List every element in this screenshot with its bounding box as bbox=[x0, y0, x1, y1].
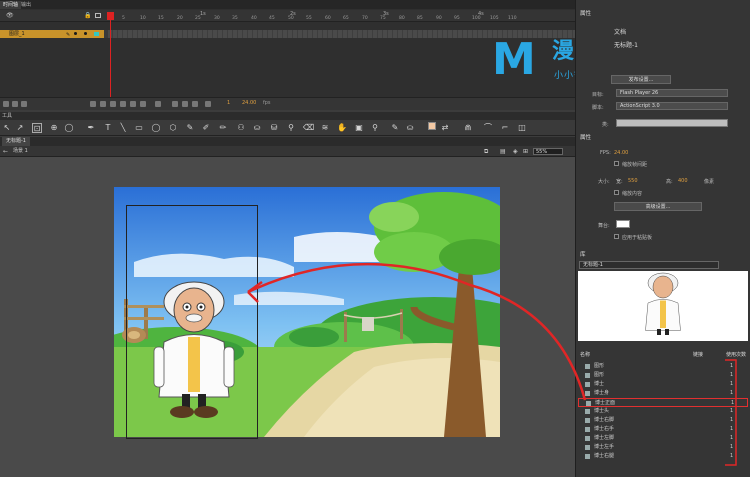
annotation-arrow bbox=[247, 262, 737, 466]
